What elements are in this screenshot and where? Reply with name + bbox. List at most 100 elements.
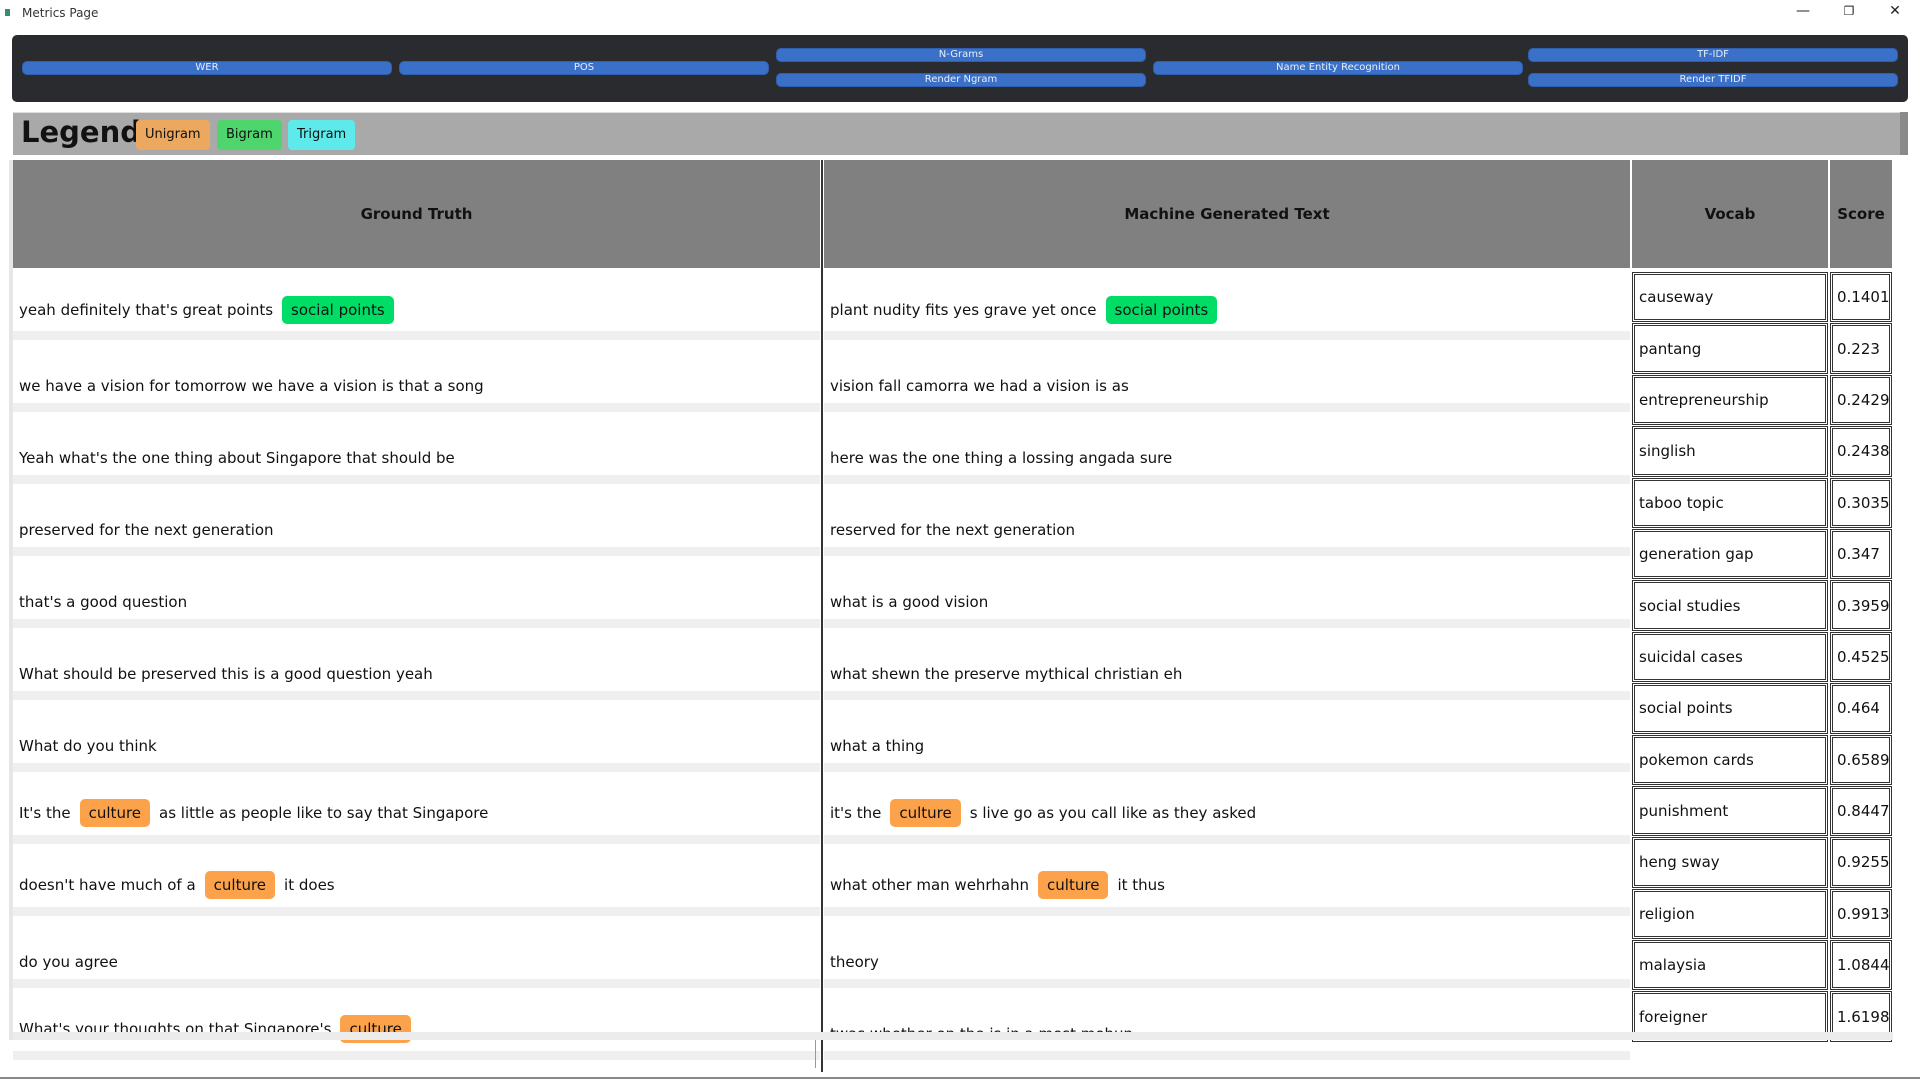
vocab-row: entrepreneurship 0.2429 (1632, 374, 1894, 426)
vocab-score-cell: 0.464 (1830, 683, 1892, 734)
vocab-word-cell: entrepreneurship (1632, 374, 1828, 426)
row-separator (13, 979, 820, 988)
text-segment: What do you think (19, 737, 157, 755)
vocab-score-cell: 0.3035 (1830, 477, 1892, 528)
vocab-score-cell: 0.2429 (1830, 374, 1892, 426)
vocab-score-cell: 0.2438 (1830, 426, 1892, 477)
machine-text-row: what other man wehrhahn culture it thus (824, 844, 1630, 916)
row-separator (824, 1051, 1630, 1060)
vocab-row: generation gap 0.347 (1632, 528, 1894, 580)
text-segment: doesn't have much of a (19, 876, 196, 894)
text-segment: as little as people like to say that Sin… (159, 804, 489, 822)
vocab-score-cell: 0.3959 (1830, 580, 1892, 631)
row-separator (13, 619, 820, 628)
maximize-button[interactable]: ❐ (1826, 0, 1872, 22)
vocab-word-cell: religion (1632, 888, 1828, 940)
tfidf-button[interactable]: TF-IDF (1528, 48, 1898, 62)
vocab-row: social points 0.464 (1632, 683, 1894, 734)
machine-text-header: Machine Generated Text (824, 160, 1630, 268)
vocab-score-cell: 1.0844 (1830, 940, 1892, 991)
legend-bigram-chip: Bigram (217, 120, 282, 150)
close-button[interactable]: ✕ (1872, 0, 1918, 22)
machine-text-text: plant nudity fits yes grave yet once soci… (830, 296, 1226, 324)
splitter-handle[interactable] (815, 1040, 816, 1068)
row-separator (824, 907, 1630, 916)
ground-truth-row: do you agree (13, 916, 820, 988)
machine-text-row: what is a good vision (824, 556, 1630, 628)
vocab-row: pantang 0.223 (1632, 323, 1894, 374)
vocab-word-cell: causeway (1632, 272, 1828, 323)
nav-group-ngrams: N-Grams Render Ngram (776, 35, 1146, 102)
row-separator (13, 403, 820, 412)
vocab-table-header: Vocab Score (1632, 160, 1894, 268)
ground-truth-text: What should be preserved this is a good … (19, 665, 433, 683)
row-separator (13, 763, 820, 772)
nav-group-ner: Name Entity Recognition (1153, 35, 1523, 102)
row-separator (824, 331, 1630, 340)
machine-text-text: what is a good vision (830, 593, 988, 611)
machine-text-text: vision fall camorra we had a vision is a… (830, 377, 1129, 395)
text-segment: what shewn the preserve mythical christi… (830, 665, 1183, 683)
text-segment: plant nudity fits yes grave yet once (830, 301, 1097, 319)
vocab-row: heng sway 0.9255 (1632, 837, 1894, 888)
vocab-score-cell: 0.9255 (1830, 837, 1892, 888)
row-separator (824, 403, 1630, 412)
machine-text-row: what a thing (824, 700, 1630, 772)
text-segment: it does (284, 876, 335, 894)
vocab-row: singlish 0.2438 (1632, 426, 1894, 477)
ground-truth-row: What's your thoughts on that Singapore's… (13, 988, 820, 1060)
text-segment: It's the (19, 804, 71, 822)
wer-button[interactable]: WER (22, 61, 392, 75)
bigram-highlight: social points (282, 296, 394, 324)
window-bottom-border (0, 1077, 1920, 1079)
vocab-word-cell: taboo topic (1632, 477, 1828, 528)
ground-truth-row: What do you think (13, 700, 820, 772)
render-ngram-button[interactable]: Render Ngram (776, 73, 1146, 87)
bigram-highlight: social points (1105, 296, 1218, 324)
ground-truth-header: Ground Truth (13, 160, 820, 268)
score-header: Score (1830, 160, 1892, 268)
nav-group-tfidf: TF-IDF Render TFIDF (1528, 35, 1898, 102)
ground-truth-column: Ground Truth yeah definitely that's grea… (13, 160, 820, 1060)
machine-text-text: here was the one thing a lossing angada … (830, 449, 1172, 467)
row-separator (824, 763, 1630, 772)
render-tfidf-button[interactable]: Render TFIDF (1528, 73, 1898, 87)
unigram-highlight: culture (890, 799, 961, 827)
ground-truth-text: What do you think (19, 737, 157, 755)
text-segment: what other man wehrhahn (830, 876, 1030, 894)
app-icon (5, 9, 10, 16)
row-separator (13, 835, 820, 844)
legend-bar: Legend: Unigram Bigram Trigram (13, 112, 1901, 155)
vocab-row: causeway 0.1401 (1632, 272, 1894, 323)
machine-text-row: what shewn the preserve mythical christi… (824, 628, 1630, 700)
text-segment: yeah definitely that's great points (19, 301, 274, 319)
machine-text-rows: plant nudity fits yes grave yet once soci… (824, 268, 1630, 1060)
column-divider[interactable] (821, 160, 823, 1072)
vocab-score-cell: 0.223 (1830, 323, 1892, 374)
machine-text-text: reserved for the next generation (830, 521, 1075, 539)
minimize-button[interactable]: — (1780, 0, 1826, 22)
row-separator (824, 547, 1630, 556)
text-segment: we have a vision for tomorrow we have a … (19, 377, 484, 395)
text-segment: here was the one thing a lossing angada … (830, 449, 1173, 467)
window-title: Metrics Page (22, 6, 99, 20)
ground-truth-row: we have a vision for tomorrow we have a … (13, 340, 820, 412)
row-separator (13, 475, 820, 484)
vocab-word-cell: social points (1632, 683, 1828, 734)
machine-text-text: it's the culture s live go as you call lik… (830, 799, 1256, 827)
pos-button[interactable]: POS (399, 61, 769, 75)
row-separator (13, 1051, 820, 1060)
page-scrollbar[interactable] (1900, 112, 1908, 155)
legend-title: Legend: (21, 115, 153, 149)
machine-text-row: theory (824, 916, 1630, 988)
ngrams-button[interactable]: N-Grams (776, 48, 1146, 62)
machine-text-text: theory (830, 953, 879, 971)
ner-button[interactable]: Name Entity Recognition (1153, 61, 1523, 75)
vocab-score-cell: 0.8447 (1830, 785, 1892, 837)
unigram-highlight: culture (1038, 871, 1109, 899)
text-segment: Yeah what's the one thing about Singapor… (19, 449, 455, 467)
bottom-scroll-fade (13, 1032, 1893, 1040)
ground-truth-text: It's the culture as little as people like … (19, 799, 488, 827)
ground-truth-rows: yeah definitely that's great points socia… (13, 268, 820, 1060)
title-bar: Metrics Page — ❐ ✕ (0, 0, 1920, 34)
